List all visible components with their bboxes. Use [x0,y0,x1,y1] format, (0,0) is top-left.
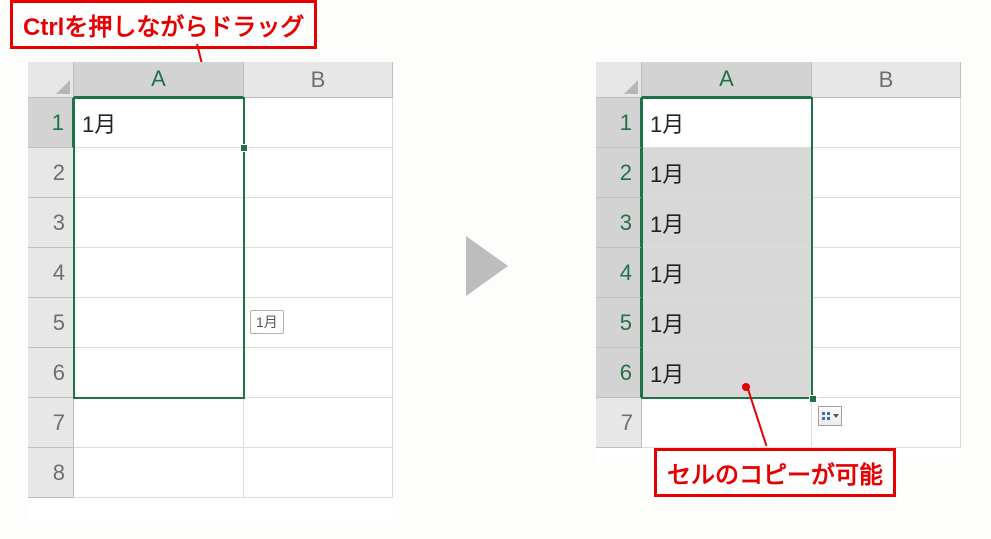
column-header-a[interactable]: A [642,62,812,98]
column-header-b[interactable]: B [244,62,393,98]
cell-b2[interactable] [244,148,393,198]
cell-b8[interactable] [244,448,393,498]
cell-b1[interactable] [812,98,961,148]
row-header-3[interactable]: 3 [28,198,74,248]
cell-b2[interactable] [812,148,961,198]
spreadsheet-right: A B 1 2 3 4 5 6 7 1月 1月 1月 1月 1月 1月 [596,62,961,462]
cell-a6[interactable]: 1月 [642,348,812,398]
cell-a1[interactable]: 1月 [74,98,244,148]
row-header-4[interactable]: 4 [596,248,642,298]
cell-a2[interactable]: 1月 [642,148,812,198]
row-header-2[interactable]: 2 [596,148,642,198]
row-header-5[interactable]: 5 [28,298,74,348]
cell-b5[interactable] [812,298,961,348]
cell-a2[interactable] [74,148,244,198]
cell-a6[interactable] [74,348,244,398]
row-header-7[interactable]: 7 [28,398,74,448]
select-all-corner[interactable] [596,62,642,98]
cell-a3[interactable] [74,198,244,248]
row-header-6[interactable]: 6 [28,348,74,398]
row-header-8[interactable]: 8 [28,448,74,498]
row-header-1[interactable]: 1 [28,98,74,148]
cell-b6[interactable] [812,348,961,398]
select-all-corner[interactable] [28,62,74,98]
fill-preview-tooltip: 1月 [250,310,284,334]
row-header-5[interactable]: 5 [596,298,642,348]
cell-a4[interactable]: 1月 [642,248,812,298]
row-header-4[interactable]: 4 [28,248,74,298]
cell-b3[interactable] [812,198,961,248]
cell-b7[interactable] [244,398,393,448]
cell-a8[interactable] [74,448,244,498]
cell-a5[interactable] [74,298,244,348]
column-header-a[interactable]: A [74,62,244,98]
cell-b6[interactable] [244,348,393,398]
row-header-2[interactable]: 2 [28,148,74,198]
row-header-3[interactable]: 3 [596,198,642,248]
callout-ctrl-drag: Ctrlを押しながらドラッグ [10,0,317,49]
cell-a5[interactable]: 1月 [642,298,812,348]
cell-a3[interactable]: 1月 [642,198,812,248]
row-header-7[interactable]: 7 [596,398,642,448]
autofill-options-button[interactable] [818,406,842,426]
spreadsheet-left: A B 1 2 3 4 5 6 7 8 1月 1月 [28,62,393,522]
row-header-1[interactable]: 1 [596,98,642,148]
arrow-icon [466,236,508,296]
cell-b3[interactable] [244,198,393,248]
cell-a4[interactable] [74,248,244,298]
cell-a7[interactable] [642,398,812,448]
row-header-6[interactable]: 6 [596,348,642,398]
callout-copy-possible: セルのコピーが可能 [654,448,896,497]
column-header-b[interactable]: B [812,62,961,98]
cell-a1[interactable]: 1月 [642,98,812,148]
cell-b4[interactable] [244,248,393,298]
cell-b4[interactable] [812,248,961,298]
callout-pointer-dot-2 [742,383,750,391]
cell-a7[interactable] [74,398,244,448]
cell-b1[interactable] [244,98,393,148]
